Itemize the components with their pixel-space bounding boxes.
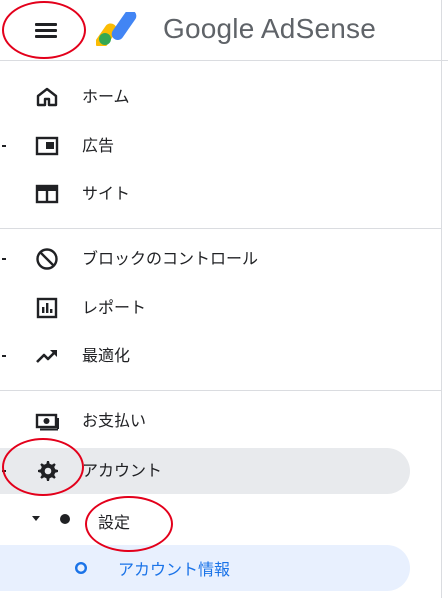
nav-item-payments[interactable]: お支払い xyxy=(0,397,441,445)
nav-label-optimization: 最適化 xyxy=(82,346,131,365)
nav-label-account: アカウント xyxy=(82,461,163,480)
nav-label-reports: レポート xyxy=(82,298,147,317)
nav-divider xyxy=(0,228,441,229)
nav-item-reports[interactable]: レポート xyxy=(0,284,441,332)
annotation-circle-menu xyxy=(2,1,86,59)
home-icon xyxy=(36,87,58,107)
collapse-mark xyxy=(2,258,6,260)
report-icon xyxy=(36,297,58,319)
annotation-circle-gear xyxy=(2,438,84,496)
annotation-circle-settings xyxy=(85,496,173,552)
block-icon xyxy=(36,248,58,270)
nav-divider xyxy=(0,390,441,391)
nav-label-payments: お支払い xyxy=(82,411,147,430)
nav-label-sites: サイト xyxy=(82,184,131,203)
payments-icon xyxy=(35,413,59,431)
ring-bullet-icon xyxy=(74,561,88,575)
collapse-mark xyxy=(2,145,6,147)
sites-icon xyxy=(35,184,59,204)
trending-up-icon xyxy=(36,350,57,363)
nav-item-ads[interactable]: 広告 xyxy=(0,122,441,170)
nav-item-block-controls[interactable]: ブロックのコントロール xyxy=(0,235,441,283)
nav-label-ads: 広告 xyxy=(82,136,115,155)
nav-item-sites[interactable]: サイト xyxy=(0,170,441,218)
ads-icon xyxy=(35,136,59,156)
expand-arrow-icon[interactable] xyxy=(31,515,41,523)
bullet-icon xyxy=(60,514,70,524)
brand-name: Google AdSense xyxy=(163,13,376,44)
nav-item-optimization[interactable]: 最適化 xyxy=(0,332,441,380)
adsense-logo-icon xyxy=(96,12,137,46)
collapse-mark xyxy=(2,355,6,357)
drawer-border xyxy=(441,0,442,598)
nav-label-block-controls: ブロックのコントロール xyxy=(82,249,259,268)
nav-item-home[interactable]: ホーム xyxy=(0,73,441,121)
nav-subitem-account-info[interactable]: アカウント情報 xyxy=(0,545,441,593)
nav-sublabel-account-info: アカウント情報 xyxy=(118,560,231,579)
nav-label-home: ホーム xyxy=(82,87,130,106)
nav-subitem-settings[interactable]: 設定 xyxy=(0,496,441,544)
